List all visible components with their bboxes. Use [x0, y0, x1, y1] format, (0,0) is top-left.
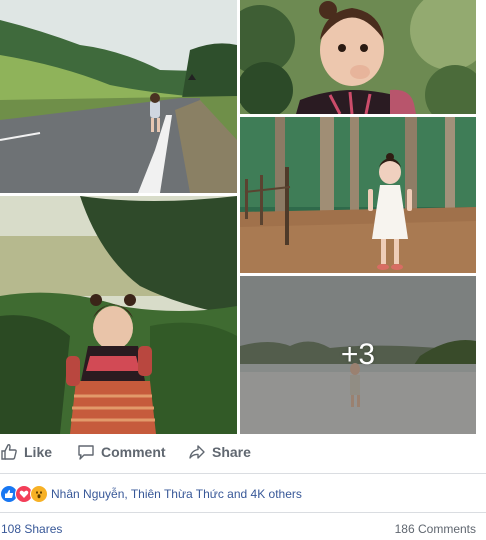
share-label: Share	[212, 444, 251, 460]
reactions-summary[interactable]: Nhân Nguyễn, Thiên Thừa Thức and 4K othe…	[0, 484, 302, 504]
photo-tea-field-image	[0, 196, 237, 434]
share-arrow-icon	[188, 443, 206, 461]
reaction-names[interactable]: Nhân Nguyễn, Thiên Thừa Thức and 4K othe…	[51, 487, 302, 501]
like-label: Like	[24, 444, 53, 460]
photo-forest-image	[240, 117, 476, 273]
photo-grid: +3	[0, 0, 486, 434]
photo-road-image	[0, 0, 237, 193]
comments-count[interactable]: 186 Comments	[395, 522, 476, 536]
comment-button[interactable]: Comment	[77, 443, 166, 461]
photo-more[interactable]: +3	[240, 276, 476, 434]
comment-icon	[77, 443, 95, 461]
comment-label: Comment	[101, 444, 166, 460]
share-button[interactable]: Share	[188, 443, 251, 461]
photo-closeup-image	[240, 0, 476, 114]
photo-forest[interactable]	[240, 117, 476, 273]
shares-count[interactable]: 108 Shares	[1, 522, 62, 536]
divider-bottom	[0, 512, 486, 513]
reaction-icons	[0, 485, 48, 503]
thumbs-up-icon	[0, 443, 18, 461]
photo-road[interactable]	[0, 0, 237, 193]
wow-icon	[30, 485, 48, 503]
photo-tea-field[interactable]	[0, 196, 237, 434]
photo-closeup[interactable]	[240, 0, 476, 114]
divider-top	[0, 473, 486, 474]
more-photos-count[interactable]: +3	[240, 276, 476, 434]
like-button[interactable]: Like	[0, 443, 52, 461]
action-bar: Like Comment Share	[0, 434, 486, 472]
